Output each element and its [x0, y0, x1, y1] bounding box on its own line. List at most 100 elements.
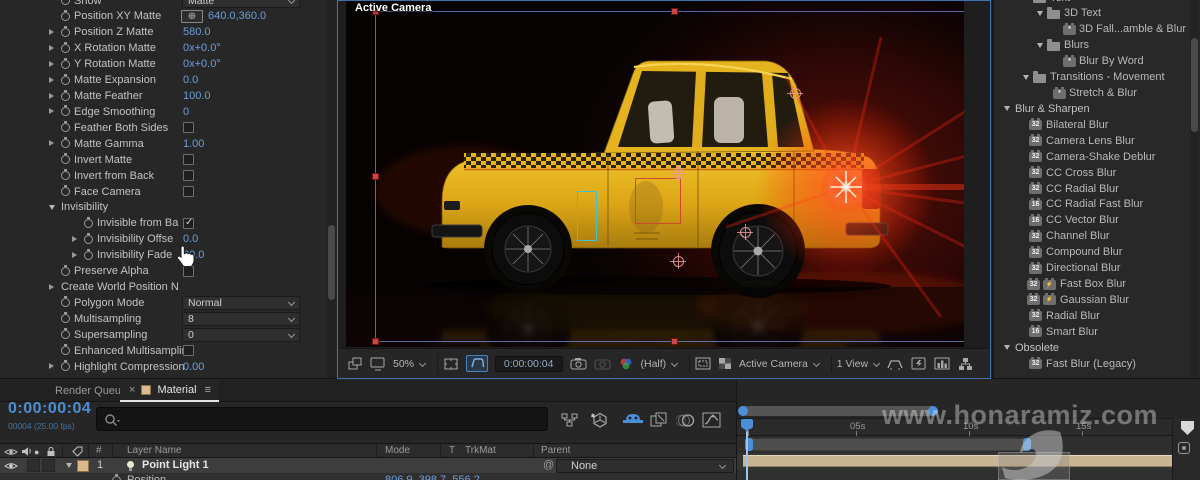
stopwatch-icon[interactable]: [61, 185, 70, 197]
effect-point-gizmo[interactable]: [670, 253, 686, 269]
property-value[interactable]: 0.00: [183, 361, 204, 373]
property-dropdown[interactable]: 8: [182, 311, 300, 326]
stopwatch-icon[interactable]: [61, 57, 70, 69]
effect-row[interactable]: 32 Channel Blur: [994, 229, 1200, 245]
time-ruler[interactable]: 0s05s10s15s: [737, 418, 1172, 436]
property-dropdown[interactable]: Normal: [182, 295, 300, 310]
effect-row[interactable]: 32 Fast Blur (Legacy): [994, 356, 1200, 372]
motion-blur-icon[interactable]: [676, 412, 696, 429]
effect-row[interactable]: 32 CC Radial Blur: [994, 181, 1200, 197]
property-checkbox[interactable]: [183, 265, 194, 277]
twirl-icon[interactable]: [1023, 74, 1029, 80]
safe-margins-toggle[interactable]: [465, 355, 488, 372]
stopwatch-icon[interactable]: [61, 25, 70, 37]
twirl-icon[interactable]: [49, 363, 54, 370]
twirl-icon[interactable]: [1004, 106, 1010, 112]
property-value[interactable]: 0x+0.0°: [183, 42, 221, 54]
panel-menu-icon[interactable]: ≡: [205, 384, 212, 396]
shy-toggle-icon[interactable]: [622, 412, 644, 429]
parent-column-header[interactable]: Parent: [541, 445, 570, 456]
stopwatch-icon[interactable]: [61, 121, 70, 133]
property-checkbox[interactable]: [183, 345, 194, 357]
reset-exposure-icon[interactable]: [911, 357, 927, 371]
scrollbar-thumb[interactable]: [328, 225, 335, 300]
stopwatch-icon[interactable]: [84, 232, 93, 244]
effect-row[interactable]: 32 Directional Blur: [994, 261, 1200, 277]
region-of-interest-icon[interactable]: [695, 357, 711, 370]
trkmat-column-header[interactable]: TrkMat: [465, 445, 496, 456]
twirl-icon[interactable]: [72, 235, 77, 242]
position-property-row[interactable]: Position 806.9, 398.7, 556.2: [0, 473, 736, 480]
mode-column-header[interactable]: Mode: [385, 445, 410, 456]
preset-row[interactable]: * Blur By Word: [994, 54, 1200, 70]
always-preview-icon[interactable]: [348, 357, 363, 371]
scrollbar-thumb[interactable]: [1191, 38, 1198, 132]
effect-row[interactable]: 32 CC Cross Blur: [994, 165, 1200, 181]
stopwatch-icon[interactable]: [61, 137, 70, 149]
effect-row[interactable]: 16 Smart Blur: [994, 324, 1200, 340]
frame-blending-icon[interactable]: [650, 412, 669, 429]
twirl-icon[interactable]: [49, 60, 54, 67]
property-dropdown[interactable]: 0: [182, 327, 300, 342]
effect-point-gizmo[interactable]: [737, 224, 753, 240]
property-checkbox[interactable]: [183, 170, 194, 182]
layer-label-chip[interactable]: [77, 459, 89, 472]
folder-row[interactable]: 3D Text: [994, 6, 1200, 22]
selection-handle[interactable]: [372, 173, 379, 180]
switch-cell[interactable]: [42, 459, 55, 472]
stopwatch-icon[interactable]: [61, 328, 70, 340]
effect-row[interactable]: 32 ⚡ Gaussian Blur: [994, 292, 1200, 308]
stopwatch-icon[interactable]: [61, 105, 70, 117]
effect-row[interactable]: 32 Radial Blur: [994, 308, 1200, 324]
stopwatch-icon[interactable]: [61, 344, 70, 356]
twirl-icon[interactable]: [49, 92, 54, 99]
transparency-grid-icon[interactable]: [718, 357, 732, 370]
audio-speaker-icon[interactable]: [21, 446, 33, 457]
tab-render-queue[interactable]: Render Queue: [55, 385, 127, 397]
property-checkbox[interactable]: [183, 154, 194, 166]
stopwatch-icon[interactable]: [84, 248, 93, 260]
effect-point-gizmo[interactable]: [670, 165, 686, 181]
effect-row[interactable]: 32 Compound Blur: [994, 245, 1200, 261]
twirl-icon[interactable]: [1037, 42, 1043, 48]
timeline-search-input[interactable]: [96, 407, 548, 431]
playhead[interactable]: [741, 419, 753, 432]
stopwatch-icon[interactable]: [112, 474, 121, 480]
property-value[interactable]: 0.0: [183, 74, 198, 86]
stopwatch-icon[interactable]: [61, 296, 70, 308]
layer-duration-bar[interactable]: [743, 455, 1172, 467]
pickwhip-icon[interactable]: @: [543, 459, 554, 471]
position-value[interactable]: 806.9, 398.7, 556.2: [385, 474, 480, 480]
layer-selection-box[interactable]: [375, 11, 964, 342]
preset-row[interactable]: * Stretch & Blur: [994, 86, 1200, 102]
show-snapshot-icon[interactable]: [594, 357, 611, 370]
fast-previews-icon[interactable]: [886, 357, 904, 371]
property-value[interactable]: 0: [183, 106, 189, 118]
property-value[interactable]: 30.0: [183, 249, 204, 261]
folder-row[interactable]: Blurs: [994, 38, 1200, 54]
primary-viewer-icon[interactable]: [370, 357, 386, 371]
stopwatch-icon[interactable]: [61, 153, 70, 165]
parent-dropdown[interactable]: None: [556, 458, 734, 473]
twirl-icon[interactable]: [49, 108, 54, 115]
twirl-icon[interactable]: [49, 28, 54, 35]
comp-marker-icon[interactable]: [1181, 421, 1194, 435]
selection-handle[interactable]: [372, 338, 379, 345]
property-value[interactable]: 580.0: [183, 26, 211, 38]
draft-3d-icon[interactable]: [590, 412, 610, 429]
selection-handle[interactable]: [671, 338, 678, 345]
property-value[interactable]: 0.0: [183, 233, 198, 245]
t-column-header[interactable]: T: [449, 445, 455, 456]
stopwatch-icon[interactable]: [61, 264, 70, 276]
effect-row[interactable]: 32 Camera Lens Blur: [994, 133, 1200, 149]
video-eye-icon[interactable]: [4, 447, 18, 457]
effect-controls-scrollbar[interactable]: [327, 0, 336, 378]
layer-row[interactable]: 1 Point Light 1 @ None: [0, 458, 736, 473]
switch-cell[interactable]: [27, 459, 40, 472]
stopwatch-icon[interactable]: [61, 312, 70, 324]
preset-row[interactable]: * 3D Fall...amble & Blur: [994, 22, 1200, 38]
stopwatch-icon[interactable]: [61, 41, 70, 53]
stopwatch-icon[interactable]: [61, 9, 70, 21]
solo-icon[interactable]: ●: [34, 447, 39, 457]
stopwatch-icon[interactable]: [84, 216, 93, 228]
